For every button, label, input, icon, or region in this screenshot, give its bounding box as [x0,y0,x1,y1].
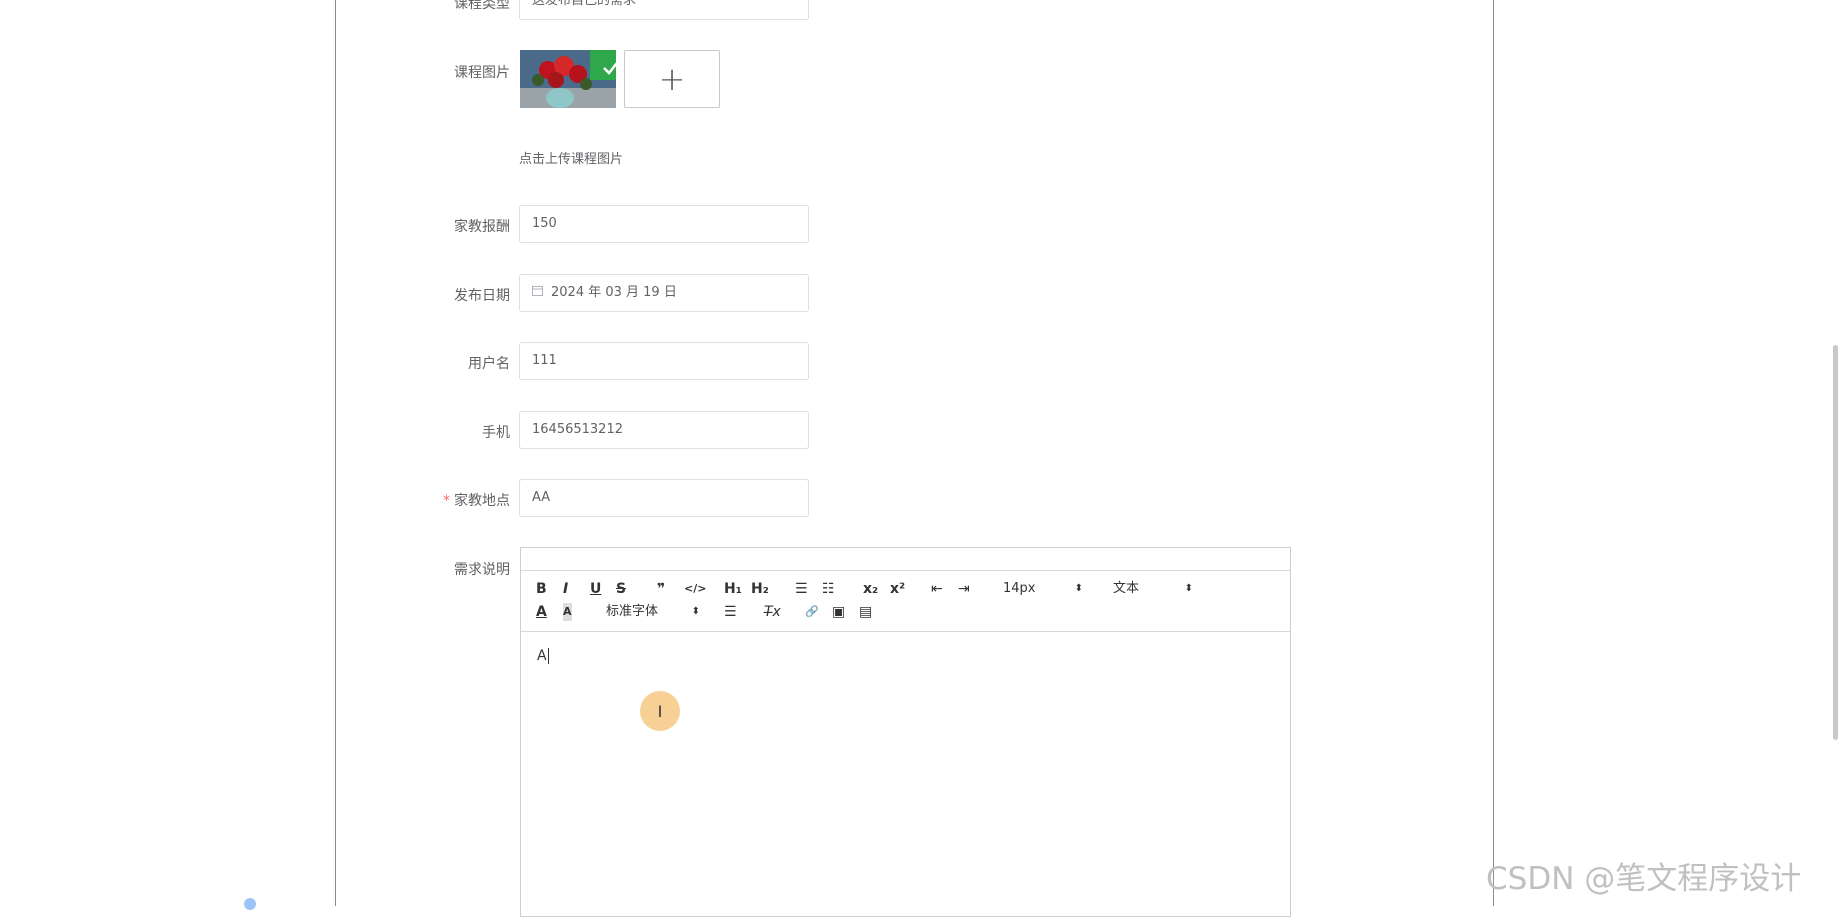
h2-button[interactable]: H₂ [751,580,769,598]
image-upload-button[interactable]: + [624,50,720,108]
description-label: 需求说明 [454,562,510,578]
publish-date-value: 2024 年 03 月 19 日 [551,285,677,300]
upload-hint: 点击上传课程图片 [519,152,624,167]
subscript-button[interactable]: x₂ [863,580,878,598]
fee-input[interactable]: 150 [519,205,809,243]
location-input[interactable]: AA [519,479,809,517]
page-scrollbar[interactable] [1833,345,1838,740]
video-icon[interactable]: ▤ [859,603,872,621]
publish-date-label: 发布日期 [454,288,510,304]
editor-content[interactable]: A [537,648,549,664]
italic-button[interactable]: I [563,580,568,598]
bold-button[interactable]: B [536,580,547,598]
course-image-thumbnail[interactable] [520,50,616,108]
plus-icon: + [658,60,686,98]
quote-button[interactable]: ❞ [657,580,665,598]
superscript-button[interactable]: x² [890,580,905,598]
chevron-updown-icon: ⬍ [691,606,700,617]
calendar-icon [532,275,543,311]
text-cursor-icon: I [640,691,680,731]
h1-button[interactable]: H₁ [724,580,742,598]
outdent-button[interactable]: ⇤ [931,580,943,598]
underline-button[interactable]: U [590,580,601,598]
ordered-list-button[interactable]: ☰ [795,580,808,598]
publish-date-picker[interactable]: 2024 年 03 月 19 日 [519,274,809,312]
course-type-select[interactable]: 这发布自己的需求 [519,0,809,20]
fee-label: 家教报酬 [454,219,510,235]
font-family-select[interactable]: 标准字体 ⬍ [606,603,700,621]
bullet-list-button[interactable]: ☷ [822,580,835,598]
header-select[interactable]: 文本 ⬍ [1113,580,1193,598]
clean-format-button[interactable]: T̶x [764,603,781,621]
background-color-button[interactable]: A [563,603,572,621]
course-type-label: 课程类型 [454,0,510,12]
font-color-button[interactable]: A [536,603,547,621]
decorative-dot [244,898,256,910]
code-button[interactable]: </> [684,580,706,598]
username-label: 用户名 [468,356,510,372]
align-button[interactable]: ☰ [724,603,737,621]
strike-button[interactable]: S [616,580,626,598]
font-size-select[interactable]: 14px ⬍ [1003,580,1083,598]
username-input[interactable]: 111 [519,342,809,380]
editor-toolbar: B I U S ❞ </> H₁ H₂ ☰ ☷ x₂ x² ⇤ ⇥ 14px ⬍ … [521,570,1290,632]
indent-button[interactable]: ⇥ [958,580,970,598]
rich-text-editor[interactable]: B I U S ❞ </> H₁ H₂ ☰ ☷ x₂ x² ⇤ ⇥ 14px ⬍ … [520,547,1291,917]
link-icon[interactable]: 🔗 [805,603,819,621]
watermark: CSDN @笔文程序设计 [1486,861,1802,897]
image-icon[interactable]: ▣ [832,603,845,621]
phone-input[interactable]: 16456513212 [519,411,809,449]
chevron-updown-icon: ⬍ [1074,583,1083,594]
course-image-label: 课程图片 [454,65,510,81]
required-mark: * [443,493,450,509]
location-label: * 家教地点 [443,493,510,509]
chevron-updown-icon: ⬍ [1184,583,1193,594]
phone-label: 手机 [482,425,510,441]
